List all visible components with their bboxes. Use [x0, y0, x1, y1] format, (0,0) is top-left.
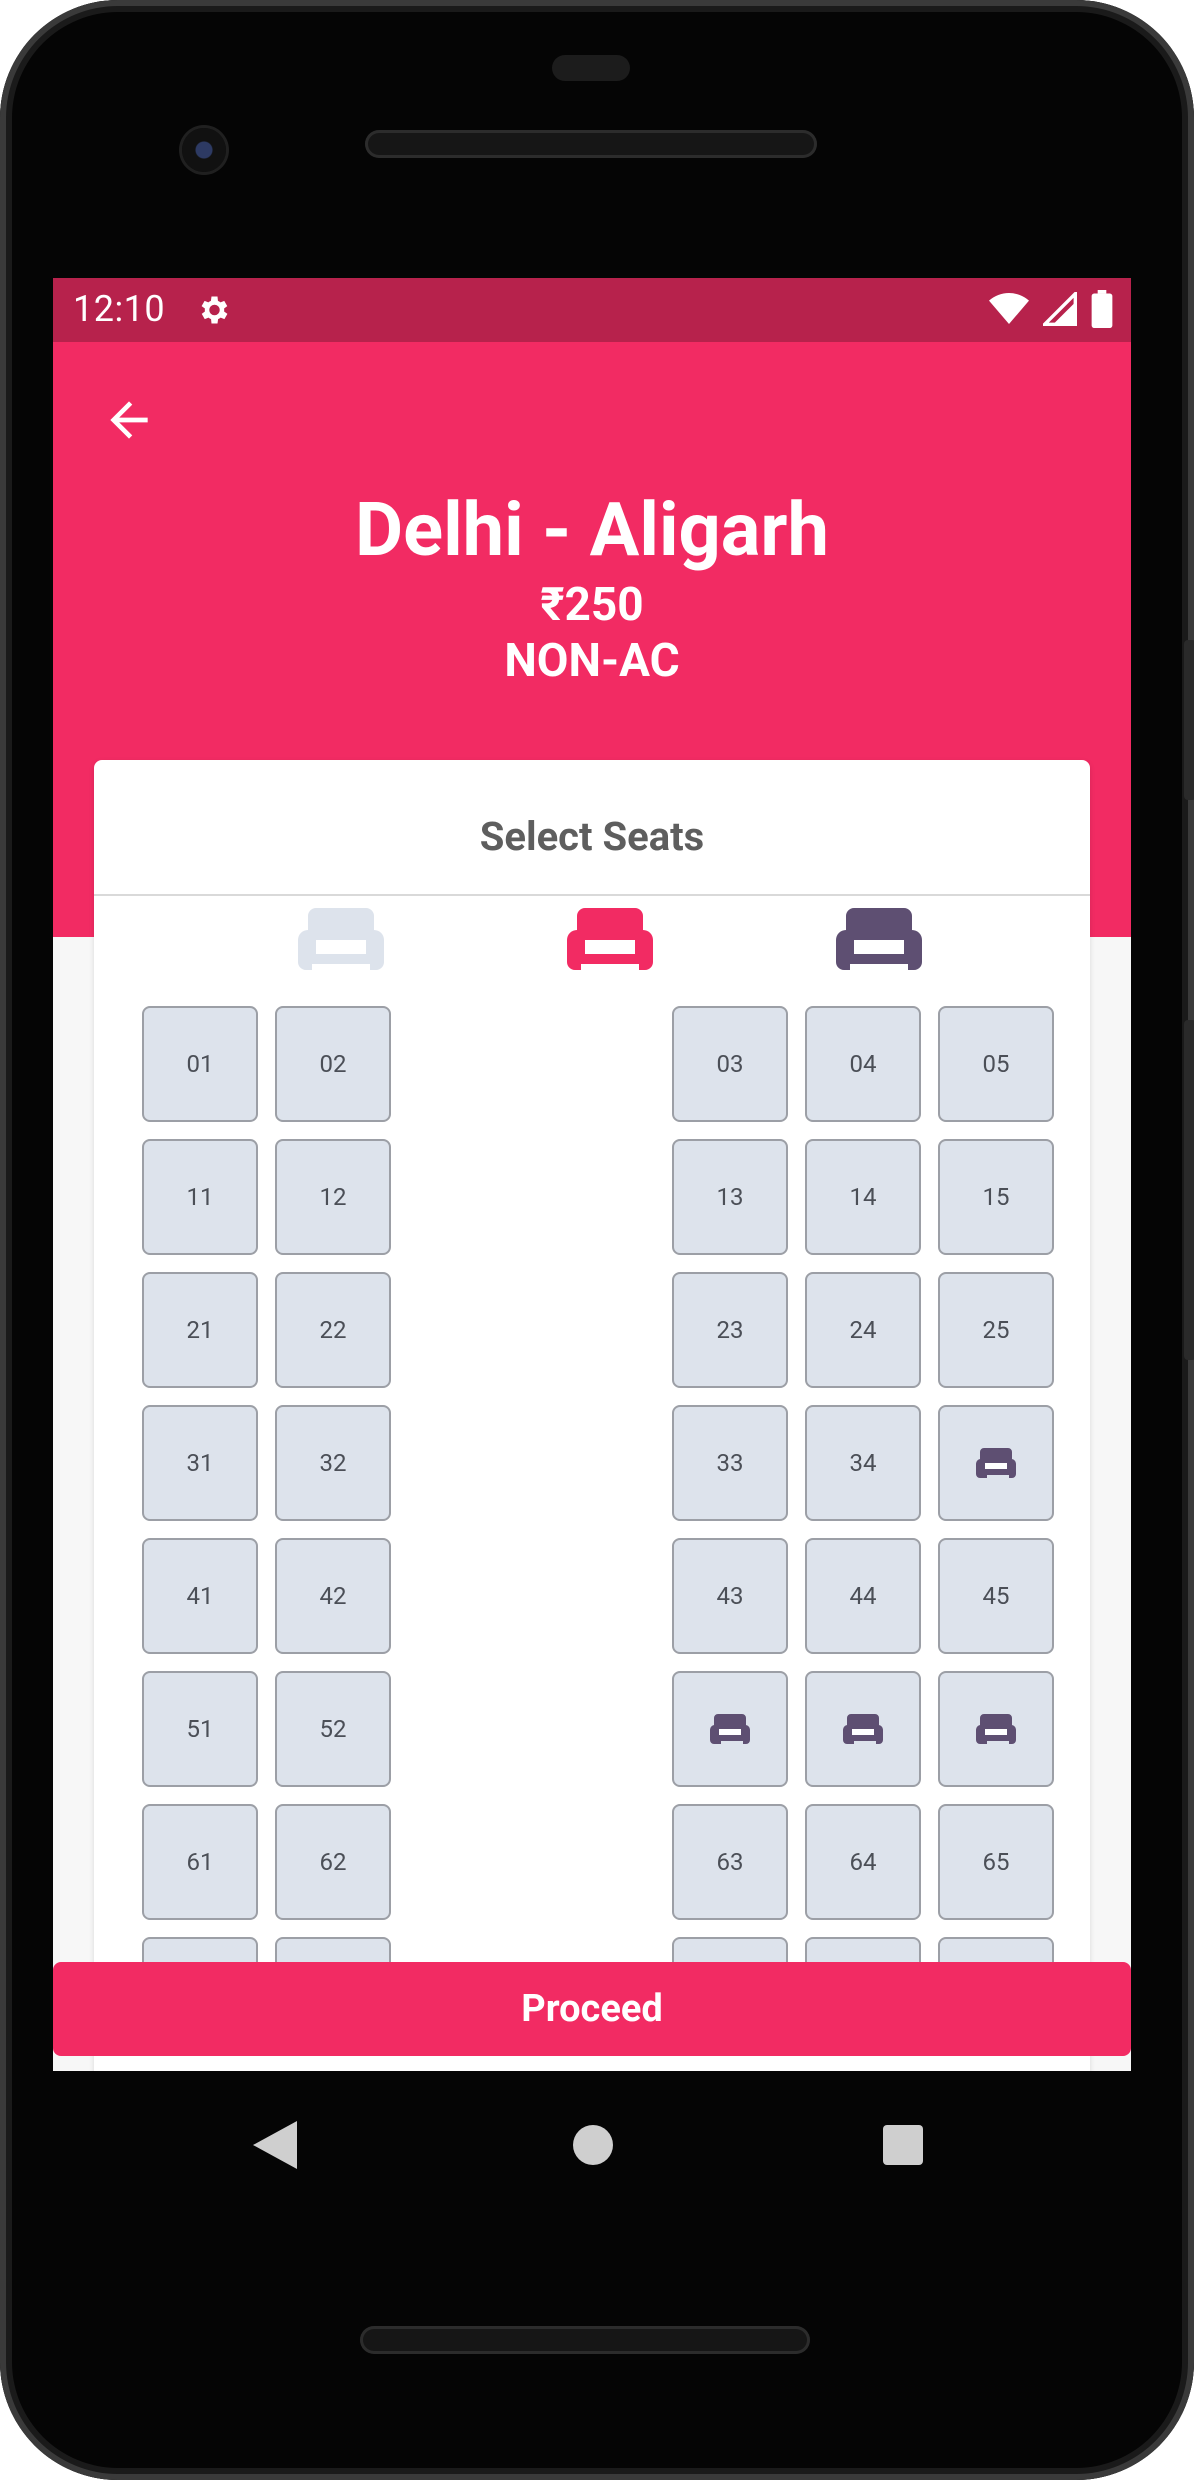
settings-gear-icon [201, 296, 228, 324]
seat-62[interactable]: 62 [275, 1804, 391, 1920]
seat-52[interactable]: 52 [275, 1671, 391, 1787]
booked-seat-icon [976, 1714, 1016, 1744]
coach-type: NON-AC [504, 634, 680, 688]
seat-number: 22 [319, 1316, 347, 1344]
seat-42[interactable]: 42 [275, 1538, 391, 1654]
seat-34[interactable]: 34 [805, 1405, 921, 1521]
legend-selected-seat-icon [567, 908, 653, 970]
seat-21[interactable]: 21 [142, 1272, 258, 1388]
seat-number: 32 [319, 1449, 347, 1477]
seat-number: 52 [319, 1715, 347, 1743]
seat-number: 65 [982, 1848, 1010, 1876]
nav-home-icon[interactable] [573, 2125, 613, 2165]
seat-31[interactable]: 31 [142, 1405, 258, 1521]
seat-51[interactable]: 51 [142, 1671, 258, 1787]
seat-number: 31 [186, 1449, 214, 1477]
earpiece [552, 55, 630, 81]
seat-number: 43 [716, 1582, 744, 1610]
seat-03[interactable]: 03 [672, 1006, 788, 1122]
seat-32[interactable]: 32 [275, 1405, 391, 1521]
seat-row3-R2[interactable] [938, 1405, 1054, 1521]
battery-icon [1091, 290, 1113, 328]
route-title: Delhi - Aligarh [355, 487, 829, 574]
volume-button [1184, 640, 1194, 800]
seat-22[interactable]: 22 [275, 1272, 391, 1388]
seat-04[interactable]: 04 [805, 1006, 921, 1122]
card-title: Select Seats [94, 760, 1090, 896]
seat-number: 14 [849, 1183, 877, 1211]
seat-number: 34 [849, 1449, 877, 1477]
seat-45[interactable]: 45 [938, 1538, 1054, 1654]
seat-number: 23 [716, 1316, 744, 1344]
seat-number: 05 [982, 1050, 1010, 1078]
seat-11[interactable]: 11 [142, 1139, 258, 1255]
seat-13[interactable]: 13 [672, 1139, 788, 1255]
seat-number: 02 [319, 1050, 347, 1078]
wifi-icon [989, 293, 1029, 324]
seat-number: 41 [186, 1582, 214, 1610]
nav-recents-icon[interactable] [883, 2125, 923, 2165]
seat-number: 21 [186, 1316, 214, 1344]
seat-41[interactable]: 41 [142, 1538, 258, 1654]
seat-selection-card: Select Seats 01 02 03 04 05 11 12 13 14 15 21 22 23 2… [94, 760, 1090, 2071]
seat-number: 04 [849, 1050, 877, 1078]
seat-25[interactable]: 25 [938, 1272, 1054, 1388]
proceed-button[interactable]: Proceed [53, 1962, 1131, 2056]
seat-33[interactable]: 33 [672, 1405, 788, 1521]
status-time: 12:10 [73, 288, 166, 330]
seat-row5-R0[interactable] [672, 1671, 788, 1787]
seat-number: 64 [849, 1848, 877, 1876]
seat-number: 45 [982, 1582, 1010, 1610]
seat-15[interactable]: 15 [938, 1139, 1054, 1255]
seat-number: 03 [716, 1050, 744, 1078]
legend-booked-seat-icon [836, 908, 922, 970]
legend-available-seat-icon [298, 908, 384, 970]
seat-number: 42 [319, 1582, 347, 1610]
seat-row5-R1[interactable] [805, 1671, 921, 1787]
app-screen: 12:10 Delhi - Aligarh ₹250 NON-AC Select… [53, 278, 1131, 2071]
seat-number: 44 [849, 1582, 877, 1610]
seat-43[interactable]: 43 [672, 1538, 788, 1654]
booked-seat-icon [843, 1714, 883, 1744]
seat-number: 12 [319, 1183, 347, 1211]
seat-64[interactable]: 64 [805, 1804, 921, 1920]
fare-price: ₹250 [540, 578, 644, 632]
seat-number: 62 [319, 1848, 347, 1876]
seat-number: 15 [982, 1183, 1010, 1211]
seat-number: 63 [716, 1848, 744, 1876]
seat-number: 61 [186, 1848, 214, 1876]
bottom-speaker [360, 2326, 810, 2354]
seat-number: 13 [716, 1183, 744, 1211]
status-bar: 12:10 [53, 278, 1131, 342]
seat-65[interactable]: 65 [938, 1804, 1054, 1920]
seat-number: 01 [186, 1050, 214, 1078]
seat-12[interactable]: 12 [275, 1139, 391, 1255]
power-button [1184, 1020, 1194, 1360]
seat-number: 11 [186, 1183, 214, 1211]
front-camera [182, 128, 226, 172]
seat-44[interactable]: 44 [805, 1538, 921, 1654]
seat-05[interactable]: 05 [938, 1006, 1054, 1122]
seat-number: 24 [849, 1316, 877, 1344]
booked-seat-icon [710, 1714, 750, 1744]
seat-02[interactable]: 02 [275, 1006, 391, 1122]
back-arrow-icon[interactable] [101, 392, 157, 448]
booked-seat-icon [976, 1448, 1016, 1478]
system-nav-bar [53, 2071, 1131, 2221]
seat-number: 33 [716, 1449, 744, 1477]
seat-24[interactable]: 24 [805, 1272, 921, 1388]
phone-frame: 12:10 Delhi - Aligarh ₹250 NON-AC Select… [0, 0, 1194, 2480]
seat-number: 51 [186, 1715, 214, 1743]
seat-number: 25 [982, 1316, 1010, 1344]
seat-14[interactable]: 14 [805, 1139, 921, 1255]
seat-01[interactable]: 01 [142, 1006, 258, 1122]
signal-icon [1043, 292, 1077, 326]
seat-61[interactable]: 61 [142, 1804, 258, 1920]
seat-row5-R2[interactable] [938, 1671, 1054, 1787]
nav-back-icon[interactable] [253, 2121, 297, 2169]
seat-63[interactable]: 63 [672, 1804, 788, 1920]
seat-23[interactable]: 23 [672, 1272, 788, 1388]
top-speaker [365, 130, 817, 158]
